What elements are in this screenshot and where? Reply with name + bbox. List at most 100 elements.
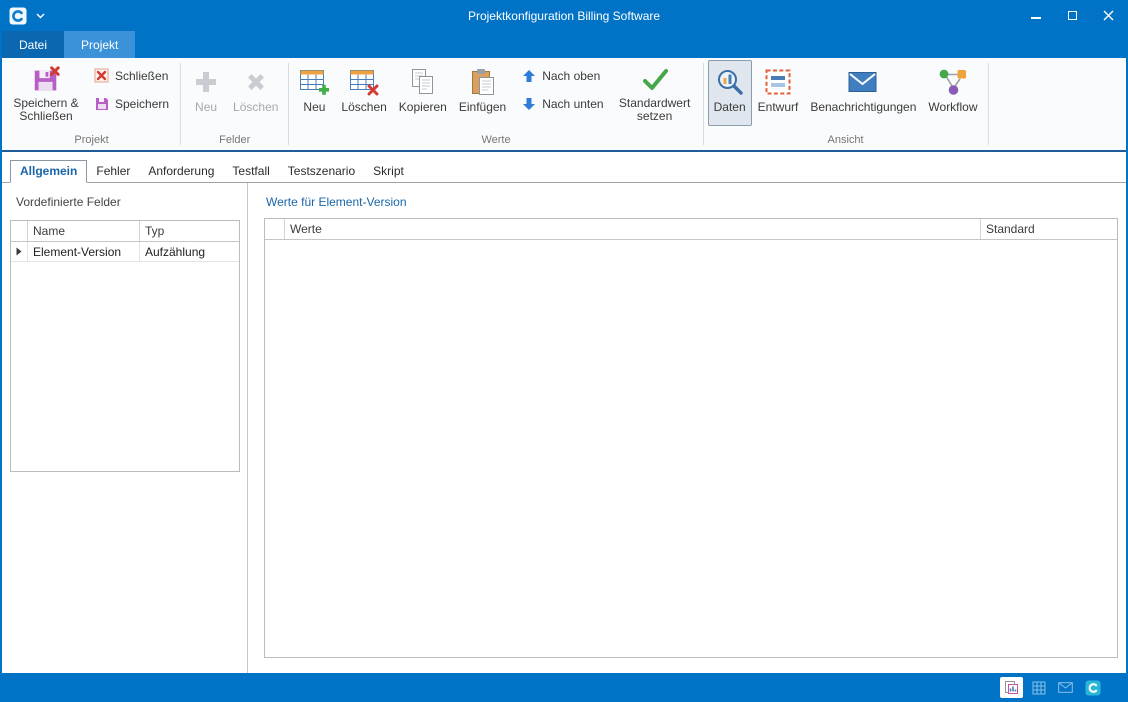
delete-value-label: Löschen — [341, 101, 386, 114]
delete-value-button[interactable]: Löschen — [335, 60, 392, 126]
values-panel-caption: Werte für Element-Version — [266, 195, 1118, 209]
document-tab-strip: Allgemein Fehler Anforderung Testfall Te… — [2, 152, 1126, 183]
ribbon-group-separator — [180, 63, 181, 145]
status-daten-icon — [1004, 680, 1019, 695]
view-daten-label: Daten — [714, 101, 746, 114]
minimize-button[interactable] — [1018, 0, 1054, 31]
copy-button[interactable]: Kopieren — [393, 60, 453, 126]
delete-field-label: Löschen — [233, 101, 278, 114]
maximize-button[interactable] — [1054, 0, 1090, 31]
new-field-icon — [193, 65, 219, 99]
close-button[interactable] — [1090, 0, 1126, 31]
new-field-button[interactable]: Neu — [185, 60, 227, 126]
table-row[interactable]: Element-Version Aufzählung — [11, 242, 239, 262]
doc-tab-fehler[interactable]: Fehler — [87, 161, 139, 182]
doc-tab-testfall[interactable]: Testfall — [223, 161, 278, 182]
group-caption-felder: Felder — [185, 132, 284, 150]
save-and-close-button[interactable]: Speichern & Schließen — [7, 60, 85, 126]
status-view-benachrichtigungen-button[interactable] — [1054, 677, 1077, 698]
close-project-button[interactable]: Schließen — [89, 65, 174, 87]
paste-icon — [471, 65, 495, 99]
werte-move-buttons: Nach oben Nach unten — [516, 65, 608, 115]
minimize-icon — [1031, 17, 1041, 19]
copy-icon — [410, 65, 436, 99]
cell-field-typ: Aufzählung — [140, 242, 239, 261]
doc-tab-testszenario[interactable]: Testszenario — [279, 161, 364, 182]
status-app-logo-icon — [1085, 680, 1101, 696]
fields-grid-header: Name Typ — [11, 221, 239, 242]
delete-field-icon — [243, 65, 269, 99]
ribbon-group-felder: Neu Löschen Felder — [182, 58, 287, 150]
column-header-name[interactable]: Name — [28, 221, 140, 241]
values-grid-body — [265, 240, 1117, 657]
cell-field-name: Element-Version — [28, 242, 140, 261]
row-indicator-header — [265, 219, 285, 239]
paste-button[interactable]: Einfügen — [453, 60, 512, 126]
close-project-icon — [94, 68, 110, 84]
status-app-logo-button[interactable] — [1081, 677, 1104, 698]
arrow-down-icon — [521, 96, 537, 112]
new-value-button[interactable]: Neu — [293, 60, 335, 126]
daten-view-icon — [716, 65, 744, 99]
ribbon: Speichern & Schließen Schließen — [2, 58, 1126, 152]
check-icon — [640, 65, 670, 95]
projekt-small-buttons: Schließen Speichern — [89, 65, 174, 115]
statusbar — [2, 673, 1126, 702]
ribbon-group-separator — [988, 63, 989, 145]
values-grid-header: Werte Standard — [265, 219, 1117, 240]
maximize-icon — [1068, 11, 1077, 20]
view-daten-button[interactable]: Daten — [708, 60, 752, 126]
save-icon — [94, 96, 110, 112]
window-controls — [1018, 0, 1126, 31]
row-indicator-header — [11, 221, 28, 241]
fields-panel: Vordefinierte Felder Name Typ Element-Ve… — [2, 183, 248, 673]
view-workflow-button[interactable]: Workflow — [922, 60, 983, 126]
column-header-typ[interactable]: Typ — [140, 221, 239, 241]
group-caption-werte: Werte — [293, 132, 698, 150]
titlebar: Projektkonfiguration Billing Software — [2, 0, 1126, 31]
row-indicator-icon — [11, 242, 28, 261]
delete-value-icon — [349, 65, 379, 99]
save-and-close-label: Speichern & Schließen — [13, 97, 79, 123]
view-entwurf-button[interactable]: Entwurf — [752, 60, 805, 126]
group-caption-ansicht: Ansicht — [708, 132, 984, 150]
move-up-button[interactable]: Nach oben — [516, 65, 608, 87]
ribbon-tab-projekt[interactable]: Projekt — [64, 31, 135, 58]
column-header-standard[interactable]: Standard — [981, 219, 1117, 239]
app-window: Projektkonfiguration Billing Software Da… — [0, 0, 1128, 702]
save-label: Speichern — [115, 97, 169, 111]
values-panel: Werte für Element-Version Werte Standard — [248, 183, 1126, 673]
doc-tab-allgemein[interactable]: Allgemein — [10, 160, 87, 183]
status-entwurf-icon — [1032, 681, 1046, 695]
status-envelope-icon — [1058, 682, 1073, 693]
window-title: Projektkonfiguration Billing Software — [2, 9, 1126, 23]
ribbon-group-projekt: Speichern & Schließen Schließen — [4, 58, 179, 150]
column-header-werte[interactable]: Werte — [285, 219, 981, 239]
ribbon-group-separator — [288, 63, 289, 145]
copy-label: Kopieren — [399, 101, 447, 114]
new-value-label: Neu — [303, 101, 325, 114]
status-view-daten-button[interactable] — [1000, 677, 1023, 698]
doc-tab-anforderung[interactable]: Anforderung — [139, 161, 223, 182]
workflow-icon — [938, 65, 968, 99]
view-benachrichtigungen-button[interactable]: Benachrichtigungen — [804, 60, 922, 126]
values-grid: Werte Standard — [264, 218, 1118, 658]
set-default-button[interactable]: Standardwert setzen — [611, 60, 699, 126]
ribbon-tab-datei[interactable]: Datei — [2, 31, 64, 58]
doc-tab-skript[interactable]: Skript — [364, 161, 413, 182]
move-up-label: Nach oben — [542, 69, 600, 83]
move-down-button[interactable]: Nach unten — [516, 93, 608, 115]
save-button[interactable]: Speichern — [89, 93, 174, 115]
ribbon-group-werte: Neu Löschen — [290, 58, 701, 150]
ribbon-tab-bar: Datei Projekt — [2, 31, 1126, 58]
view-benachrichtigungen-label: Benachrichtigungen — [810, 101, 916, 114]
move-down-label: Nach unten — [542, 97, 603, 111]
entwurf-view-icon — [765, 65, 791, 99]
view-entwurf-label: Entwurf — [758, 101, 799, 114]
main-content: Vordefinierte Felder Name Typ Element-Ve… — [2, 183, 1126, 673]
new-value-icon — [299, 65, 329, 99]
delete-field-button[interactable]: Löschen — [227, 60, 284, 126]
close-project-label: Schließen — [115, 69, 168, 83]
set-default-label: Standardwert setzen — [617, 97, 693, 123]
status-view-entwurf-button[interactable] — [1027, 677, 1050, 698]
